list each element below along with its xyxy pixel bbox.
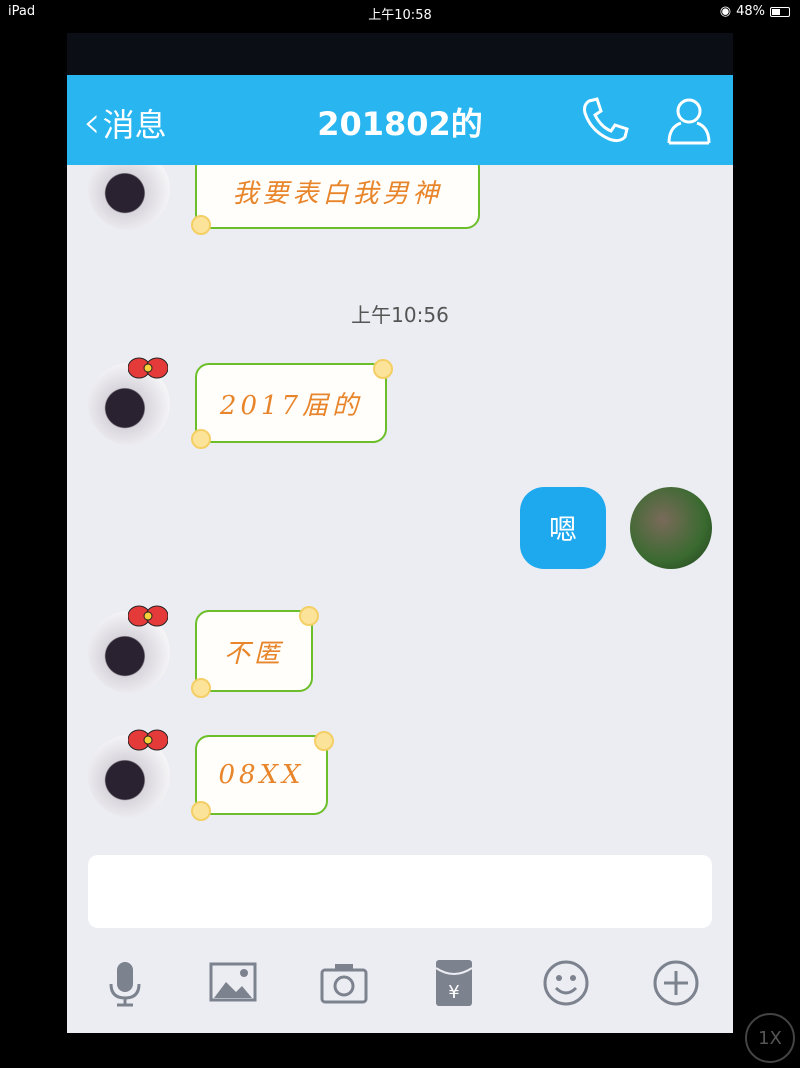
contact-avatar[interactable]: [88, 729, 170, 817]
plus-icon[interactable]: [651, 958, 701, 1008]
clock: 上午10:58: [368, 8, 432, 23]
message-text: 嗯: [548, 513, 577, 546]
my-message-bubble[interactable]: 嗯: [520, 487, 606, 569]
flower-icon: [299, 606, 319, 626]
flower-icon: [191, 678, 211, 698]
chat-title: 201802的: [317, 105, 483, 143]
emoji-icon[interactable]: [541, 958, 591, 1008]
contact-avatar[interactable]: [88, 357, 170, 445]
contact-avatar[interactable]: [88, 605, 170, 693]
camera-icon[interactable]: [319, 958, 369, 1008]
message-bubble[interactable]: 08XX: [191, 731, 334, 821]
status-bar: iPad 上午10:58 ◉ 48%: [0, 0, 800, 24]
message-text: 2017届的: [219, 390, 363, 421]
lock-rotation-icon: ◉: [719, 4, 732, 19]
message-bubble[interactable]: 2017届的: [191, 359, 393, 449]
phone-icon[interactable]: [579, 95, 631, 147]
microphone-icon[interactable]: [100, 958, 150, 1008]
red-packet-icon[interactable]: ¥: [429, 958, 479, 1008]
message-text: 我要表白我男神: [232, 178, 443, 209]
timestamp: 上午10:56: [351, 303, 449, 327]
battery-percent: 48%: [736, 4, 765, 19]
message-text: 08XX: [218, 760, 305, 790]
nav-header: ‹ 消息 201802的: [67, 75, 733, 165]
profile-icon[interactable]: [663, 95, 715, 147]
bow-icon: [128, 357, 168, 379]
message-text: 不匿: [223, 638, 284, 669]
bow-icon: [128, 729, 168, 751]
flower-icon: [191, 801, 211, 821]
bow-icon: [128, 605, 168, 627]
my-avatar[interactable]: [630, 487, 712, 569]
battery-icon: [770, 6, 790, 17]
zoom-toggle-button[interactable]: 1X: [745, 1013, 795, 1063]
image-icon[interactable]: [208, 958, 258, 1008]
message-input[interactable]: [88, 855, 712, 928]
message-bubble[interactable]: 不匿: [191, 606, 319, 698]
chat-screen: ‹ 消息 201802的 我要表白我男神 上午10:56 2017届的 嗯 不匿 …: [67, 33, 733, 1033]
flower-icon: [314, 731, 334, 751]
flower-icon: [191, 215, 211, 235]
top-bar: [67, 33, 733, 75]
svg-text:¥: ¥: [448, 982, 459, 1003]
flower-icon: [191, 429, 211, 449]
flower-icon: [373, 359, 393, 379]
